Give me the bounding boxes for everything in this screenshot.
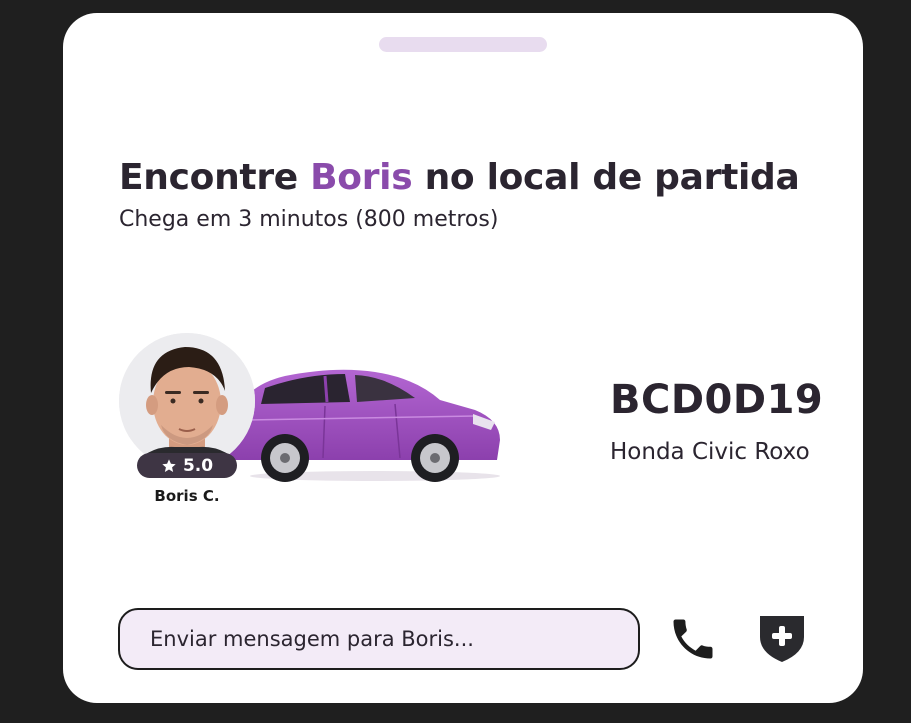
rating-badge: 5.0	[137, 453, 237, 478]
sheet-drag-handle[interactable]	[379, 37, 547, 52]
vehicle-model: Honda Civic Roxo	[610, 439, 810, 465]
star-icon	[162, 458, 176, 472]
avatar	[119, 333, 255, 469]
page-title: Encontre Boris no local de partida	[119, 157, 800, 198]
trip-bottom-sheet: Encontre Boris no local de partida Chega…	[63, 13, 863, 703]
phone-icon	[673, 619, 713, 659]
title-prefix: Encontre	[119, 157, 311, 198]
license-plate: BCD0D19	[610, 377, 824, 423]
safety-button[interactable]	[757, 613, 807, 665]
driver-avatar-group[interactable]: 5.0	[119, 333, 255, 478]
call-button[interactable]	[667, 613, 719, 665]
driver-name: Boris C.	[154, 487, 220, 505]
rating-value: 5.0	[182, 455, 214, 476]
title-suffix: no local de partida	[412, 157, 800, 198]
message-field[interactable]	[118, 608, 640, 670]
message-input[interactable]	[148, 626, 638, 652]
arrival-subtitle: Chega em 3 minutos (800 metros)	[119, 207, 499, 232]
shield-plus-icon	[760, 616, 804, 662]
car-image	[227, 369, 500, 482]
driver-photo	[119, 333, 255, 469]
title-driver-name: Boris	[310, 157, 413, 198]
